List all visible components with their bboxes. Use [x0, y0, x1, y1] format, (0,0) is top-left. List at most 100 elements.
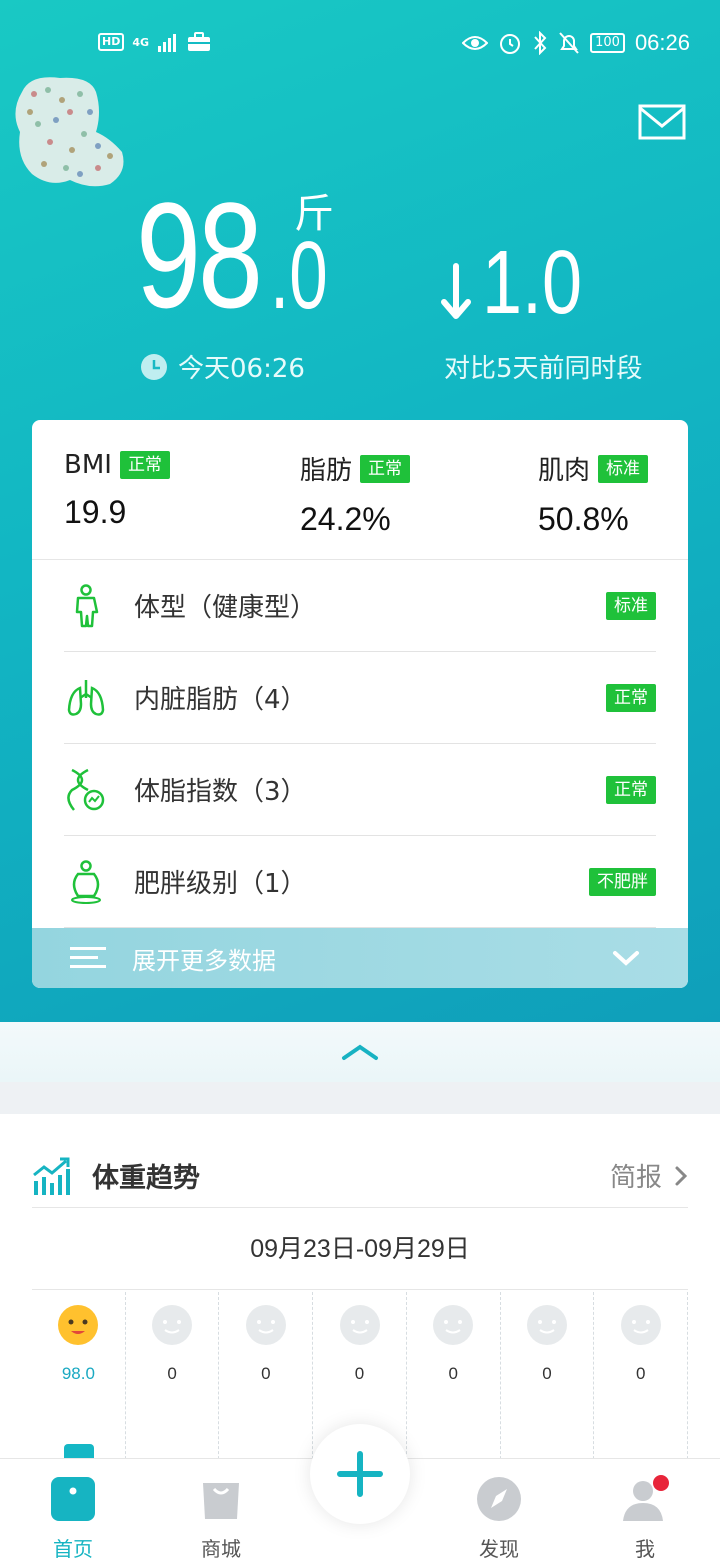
- tab-discover[interactable]: 发现: [454, 1475, 544, 1560]
- expand-label: 展开更多数据: [132, 946, 276, 975]
- collapse-handle[interactable]: [0, 1022, 720, 1082]
- add-record-button[interactable]: [310, 1424, 410, 1524]
- lungs-icon: [67, 679, 105, 716]
- measure-time-text: 今天06:26: [178, 354, 305, 384]
- row-body-fat-index[interactable]: 体脂指数（3） 正常: [64, 744, 656, 836]
- row-label: 体脂指数（3）: [134, 777, 307, 807]
- chevron-up-icon: [342, 1044, 378, 1060]
- weight-trend-section: 体重趋势 简报 09月23日-09月29日 98.0 0 0 0 0 0 0: [0, 1114, 720, 1474]
- bell-mute-icon: [559, 32, 579, 54]
- brief-link[interactable]: 简报: [610, 1157, 662, 1194]
- day-value: 0: [261, 1364, 271, 1383]
- weight-decimal: .0: [270, 222, 328, 329]
- hero-panel: HD 4G 100 06:26 98 斤 .0 今天06:26 1.0 对比5天…: [0, 0, 720, 1022]
- chevron-right-icon[interactable]: [674, 1165, 688, 1187]
- row-body-type[interactable]: 体型（健康型） 标准: [64, 560, 656, 652]
- measure-time: 今天06:26: [140, 348, 305, 385]
- day-column[interactable]: 0: [594, 1292, 689, 1474]
- clock-icon: [141, 353, 167, 380]
- trend-header: 体重趋势 简报: [32, 1144, 688, 1208]
- tab-label: 我: [635, 1537, 655, 1560]
- tab-home[interactable]: 首页: [28, 1475, 118, 1560]
- smiley-face-icon: [620, 1305, 661, 1345]
- status-badge: 正常: [606, 683, 656, 712]
- shop-bag-icon: [203, 1483, 239, 1519]
- network-label: 4G: [132, 35, 150, 49]
- day-column[interactable]: 0: [501, 1292, 595, 1474]
- row-label: 内脏脂肪（4）: [134, 685, 307, 715]
- metric-value: 50.8%: [538, 501, 629, 537]
- metric-label: BMI: [64, 450, 112, 480]
- metric-value: 24.2%: [300, 501, 391, 537]
- bluetooth-icon: [534, 31, 547, 55]
- status-badge: 正常: [119, 451, 170, 479]
- tab-label: 发现: [479, 1537, 519, 1560]
- day-column[interactable]: 0: [126, 1292, 220, 1474]
- metrics-summary: BMI 正常 19.9 脂肪 正常 24.2% 肌肉 标准 50.8%: [32, 420, 688, 560]
- metric-label: 脂肪: [300, 456, 353, 486]
- trend-title: 体重趋势: [92, 1163, 200, 1194]
- compass-icon: [477, 1477, 521, 1521]
- fat-body-icon: [71, 859, 101, 904]
- status-badge: 不肥胖: [589, 867, 656, 896]
- metric-bmi[interactable]: BMI 正常 19.9: [64, 450, 170, 531]
- tab-shop[interactable]: 商城: [176, 1475, 266, 1560]
- status-badge: 标准: [606, 591, 656, 620]
- date-range: 09月23日-09月29日: [32, 1208, 688, 1290]
- weight-integer: 98: [136, 171, 263, 339]
- avatar[interactable]: [10, 72, 128, 190]
- day-value: 98.0: [61, 1364, 95, 1383]
- day-value: 0: [635, 1364, 646, 1383]
- smiley-face-icon: [152, 1305, 193, 1345]
- status-badge: 正常: [606, 775, 656, 804]
- row-label: 体型（健康型）: [134, 593, 317, 623]
- profile-icon: [623, 1475, 669, 1521]
- day-column[interactable]: 0: [219, 1292, 314, 1474]
- briefcase-icon: [188, 32, 211, 51]
- row-label: 肥胖级别（1）: [134, 869, 307, 899]
- day-value: 0: [542, 1364, 552, 1383]
- status-time: 06:26: [634, 30, 690, 55]
- status-badge: 标准: [598, 454, 649, 483]
- change-label: 对比5天前同时段: [444, 354, 643, 384]
- smiley-face-icon: [433, 1305, 474, 1345]
- home-icon: [51, 1477, 95, 1521]
- day-value: 0: [167, 1364, 177, 1383]
- day-value: 0: [354, 1364, 365, 1383]
- row-obesity-level[interactable]: 肥胖级别（1） 不肥胖: [64, 836, 656, 928]
- tab-label: 商城: [201, 1537, 241, 1560]
- body-icon: [75, 583, 99, 627]
- day-value: 0: [448, 1364, 458, 1383]
- hd-indicator: HD: [98, 33, 125, 51]
- expand-more-button[interactable]: 展开更多数据: [32, 928, 688, 988]
- dna-icon: [67, 768, 105, 811]
- chevron-down-icon: [613, 951, 639, 966]
- plus-icon: [337, 1451, 383, 1497]
- list-icon: [70, 947, 106, 968]
- metric-muscle[interactable]: 肌肉 标准 50.8%: [538, 450, 649, 538]
- tab-label: 首页: [53, 1537, 93, 1560]
- eye-icon: [462, 36, 489, 50]
- metric-value: 19.9: [64, 494, 127, 530]
- metrics-card: BMI 正常 19.9 脂肪 正常 24.2% 肌肉 标准 50.8% 体型（健康型）…: [32, 420, 688, 988]
- battery-indicator: 100: [590, 33, 625, 53]
- day-column[interactable]: 0: [407, 1292, 501, 1474]
- metric-label: 肌肉: [538, 456, 591, 486]
- mail-icon[interactable]: [638, 104, 686, 140]
- trend-chart-icon: [33, 1157, 70, 1195]
- status-left: HD 4G: [98, 32, 211, 52]
- signal-icon: [158, 34, 177, 52]
- row-visceral-fat[interactable]: 内脏脂肪（4） 正常: [64, 652, 656, 744]
- smiley-face-icon: [526, 1305, 567, 1345]
- metric-fat[interactable]: 脂肪 正常 24.2%: [300, 450, 411, 538]
- smiley-face-icon: [339, 1305, 380, 1345]
- smiley-face-icon: [58, 1305, 99, 1345]
- alarm-icon: [500, 34, 521, 54]
- status-right: 100 06:26: [462, 30, 690, 56]
- status-badge: 正常: [360, 454, 411, 483]
- smiley-face-icon: [245, 1305, 286, 1345]
- arrow-down-icon: [441, 263, 471, 319]
- weight-change: 1.0: [440, 233, 607, 333]
- tab-profile[interactable]: 我: [600, 1475, 690, 1560]
- change-value: 1.0: [482, 233, 583, 333]
